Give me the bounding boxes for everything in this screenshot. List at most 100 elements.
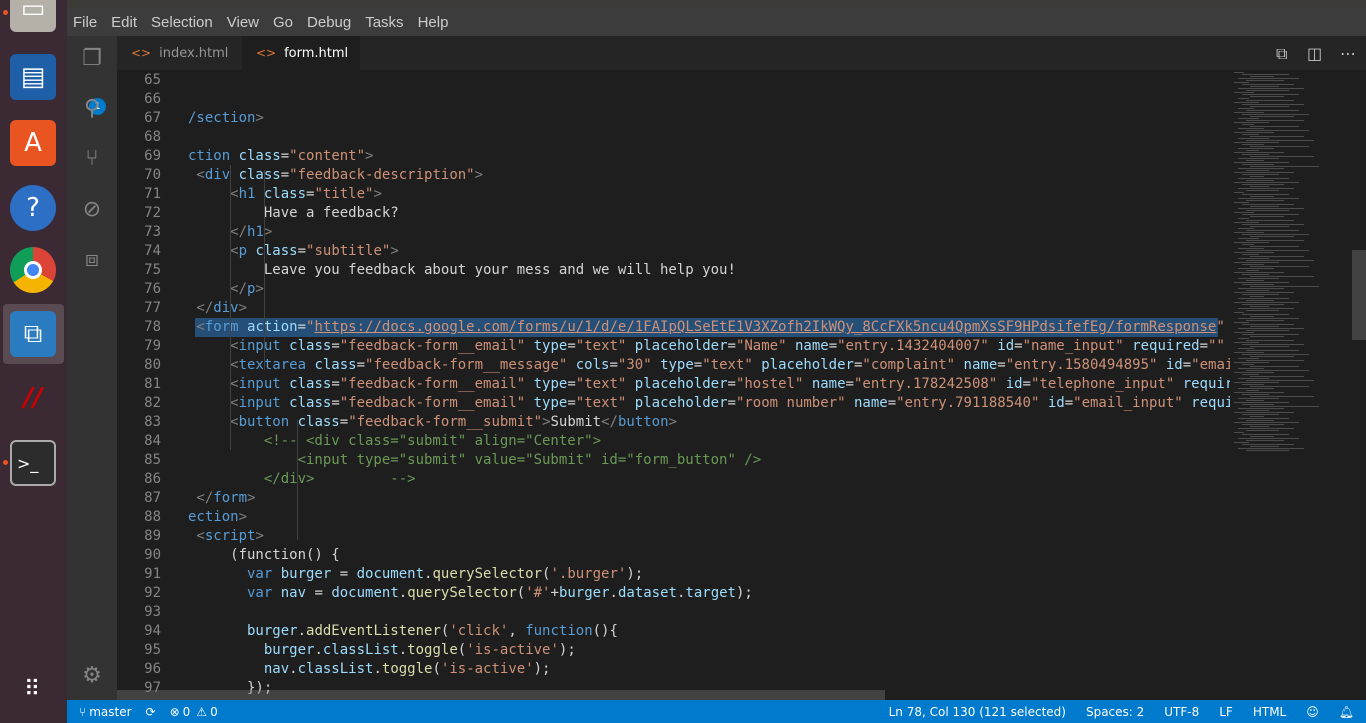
debug-icon[interactable]: ⊘ [79, 197, 105, 223]
code-line[interactable]: 67/section> [117, 109, 1230, 128]
minimap-line [1234, 262, 1279, 263]
warning-count[interactable]: 0 [210, 705, 218, 719]
cursor-position[interactable]: Ln 78, Col 130 (121 selected) [889, 705, 1066, 719]
minimap-line [1234, 72, 1244, 73]
horizontal-scrollbar[interactable] [117, 690, 885, 700]
help-icon[interactable]: ? [10, 185, 56, 231]
language-mode[interactable]: HTML [1253, 705, 1286, 719]
code-token: function [525, 623, 593, 639]
code-line[interactable]: 95 burger.classList.toggle('is-active'); [117, 641, 1230, 660]
minimap-line [1250, 266, 1309, 267]
notifications-bell-icon[interactable]: 🔔︎ [1339, 705, 1354, 719]
menu-help[interactable]: Help [418, 14, 449, 31]
open-preview-icon[interactable]: ⧉ [1276, 44, 1287, 64]
code-line[interactable]: 76 </p> [117, 280, 1230, 299]
code-line[interactable]: 86 </div> --> [117, 470, 1230, 489]
error-count[interactable]: 0 [183, 705, 191, 719]
indentation[interactable]: Spaces: 2 [1086, 705, 1144, 719]
code-line[interactable]: 78 <form action= "https://docs.google.com… [117, 318, 1230, 337]
vertical-scrollbar[interactable] [1352, 250, 1366, 340]
code-token: = [331, 338, 340, 354]
menu-debug[interactable]: Debug [307, 14, 351, 31]
code-line[interactable]: 84 <!-- <div class="submit" align="Cente… [117, 432, 1230, 451]
search-icon[interactable]: ⚲ [79, 96, 105, 122]
code-line[interactable]: 96 nav.classList.toggle('is-active'); [117, 660, 1230, 679]
code-line[interactable]: 94 burger.addEventListener('click', func… [117, 622, 1230, 641]
encoding[interactable]: UTF-8 [1164, 705, 1199, 719]
minimap-line [1242, 294, 1279, 295]
code-token: = [727, 338, 736, 354]
code-token: "text" [575, 395, 635, 411]
code-line[interactable]: 88 ection> [117, 508, 1230, 527]
tab-form-html[interactable]: <> form.html [242, 36, 360, 70]
terminal-icon[interactable]: >_ [10, 440, 56, 486]
minimap-line [1238, 188, 1294, 189]
code-line[interactable]: 69 ction class="content"> [117, 147, 1230, 166]
minimap-line [1246, 360, 1304, 361]
code-line[interactable]: 70 <div class="feedback-description"> [117, 166, 1230, 185]
line-number: 75 [144, 262, 161, 278]
code-line[interactable]: 66 [117, 90, 1230, 109]
git-branch[interactable]: master [89, 705, 131, 719]
code-line[interactable]: 79 <input class="feedback-form__email" t… [117, 337, 1230, 356]
line-ending[interactable]: LF [1219, 705, 1233, 719]
code-line[interactable]: 73 </h1> [117, 223, 1230, 242]
code-line[interactable]: 89 <script> [117, 527, 1230, 546]
menu-view[interactable]: View [227, 14, 259, 31]
code-line[interactable]: 80 <textarea class="feedback-form__messa… [117, 356, 1230, 375]
code-token: = [1014, 338, 1023, 354]
source-control-icon[interactable]: ⑂ [79, 146, 105, 172]
vscode-icon[interactable]: ⧉ [10, 311, 56, 357]
files-icon[interactable]: ▭ [10, 0, 56, 32]
minimap-line [1238, 98, 1249, 99]
tab-index-html[interactable]: <> index.html [117, 36, 241, 70]
code-editor[interactable]: 65 66 67/section> 68 69 ction class="content"… [117, 70, 1230, 700]
minimap-line [1250, 196, 1274, 197]
minimap-line [1234, 422, 1299, 423]
code-line[interactable]: 72 Have a feedback? [117, 204, 1230, 223]
code-line[interactable]: 65 [117, 71, 1230, 90]
minimap-line [1246, 140, 1314, 141]
code-line[interactable]: 75 Leave you feedback about your mess an… [117, 261, 1230, 280]
menu-go[interactable]: Go [273, 14, 293, 31]
code-line[interactable]: 68 [117, 128, 1230, 147]
menu-selection[interactable]: Selection [151, 14, 213, 31]
code-line[interactable]: 87 </form> [117, 489, 1230, 508]
menu-tasks[interactable]: Tasks [365, 14, 403, 31]
minimap-line [1246, 370, 1309, 371]
code-line[interactable]: 74 <p class="subtitle"> [117, 242, 1230, 261]
extensions-icon[interactable]: ⧈ [79, 247, 105, 273]
activity-bar: ❐ 1 ⚲ ⑂ ⊘ ⧈ ⚙ [67, 36, 117, 700]
code-line[interactable]: 91 var burger = document.querySelector('… [117, 565, 1230, 584]
code-line[interactable]: 77 </div> [117, 299, 1230, 318]
feedback-smiley-icon[interactable]: ☺ [1306, 705, 1319, 719]
code-line[interactable]: 82 <input class="feedback-form__email" t… [117, 394, 1230, 413]
code-line[interactable]: 92 var nav = document.querySelector('#'+… [117, 584, 1230, 603]
code-token: = [297, 319, 307, 335]
split-editor-icon[interactable]: ◫ [1307, 44, 1322, 63]
explorer-icon[interactable]: ❐ [79, 46, 105, 72]
code-line[interactable]: 85 <input type="submit" value="Submit" i… [117, 451, 1230, 470]
chrome-icon[interactable] [10, 247, 56, 293]
show-apps-icon[interactable]: ⠿ [10, 666, 56, 712]
more-actions-icon[interactable]: ⋯ [1340, 44, 1356, 63]
code-line[interactable]: 83 <button class="feedback-form__submit"… [117, 413, 1230, 432]
code-line[interactable]: 93 [117, 603, 1230, 622]
app-icon[interactable]: // [10, 375, 56, 421]
minimap-line [1238, 138, 1269, 139]
sync-icon[interactable]: ⟳ [146, 705, 156, 719]
menu-edit[interactable]: Edit [111, 14, 137, 31]
software-center-icon[interactable]: A [10, 120, 56, 166]
minimap-line [1250, 76, 1274, 77]
minimap-line [1238, 88, 1304, 89]
libreoffice-impress-icon[interactable]: ▤ [10, 54, 56, 100]
code-line[interactable]: 90 (function() { [117, 546, 1230, 565]
menu-file[interactable]: File [73, 14, 97, 31]
code-line[interactable]: 81 <input class="feedback-form__email" t… [117, 375, 1230, 394]
code-text: </p> [188, 280, 264, 299]
code-token: "feedback-form__message" [365, 357, 576, 373]
gear-icon[interactable]: ⚙ [79, 663, 105, 689]
code-line[interactable]: 71 <h1 class="title"> [117, 185, 1230, 204]
minimap[interactable] [1230, 70, 1352, 700]
code-token: id [1165, 357, 1183, 373]
